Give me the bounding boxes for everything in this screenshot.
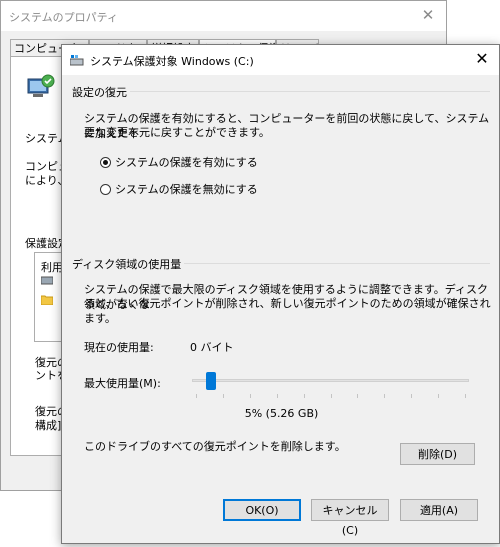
current-usage-label: 現在の使用量: [84,341,154,354]
slider-tick [465,394,466,398]
current-usage-value: 0 バイト [190,341,234,354]
delete-restore-points-text: このドライブのすべての復元ポイントを削除します。 [84,440,346,453]
disable-protection-label: システムの保護を無効にする [115,183,258,196]
slider-tick [249,394,251,398]
close-icon[interactable]: ✕ [473,50,491,68]
section-divider [184,263,490,264]
max-usage-slider-track[interactable] [192,379,469,382]
dialog-titlebar: システム保護対象 Windows (C:) ✕ [62,45,499,75]
slider-tick [357,394,359,398]
section-divider [130,91,490,92]
radio-unchecked-icon[interactable] [100,183,111,195]
drive-icon [41,276,53,285]
radio-checked-icon[interactable] [100,156,111,168]
bg-restore-text-4: 構成] [35,419,62,432]
max-usage-value: 5% (5.26 GB) [244,407,319,420]
system-protection-dialog: システム保護対象 Windows (C:) ✕ 設定の復元 システムの保護を有効… [61,44,500,544]
delete-button[interactable]: 削除(D) [400,443,475,465]
apply-button[interactable]: 適用(A) [400,499,478,521]
slider-tick [276,394,278,398]
disk-usage-heading: ディスク領域の使用量 [72,258,182,271]
restore-settings-heading: 設定の復元 [72,86,127,99]
slider-tick [330,394,332,398]
system-properties-title: システムのプロパティ [9,11,119,24]
max-usage-slider-thumb[interactable] [205,372,216,390]
slider-tick [384,394,386,398]
max-usage-label: 最大使用量(M): [84,377,161,390]
bg-available-header: 利用 [41,261,63,274]
system-properties-titlebar: システムのプロパティ ✕ [1,1,446,31]
disk-description-line2: ると、古い復元ポイントが削除され、新しい復元ポイントのための領域が確保されます。 [84,297,491,325]
dialog-title: システム保護対象 Windows (C:) [90,55,254,68]
close-icon[interactable]: ✕ [420,7,436,23]
enable-protection-radio[interactable]: システムの保護を有効にする [100,154,258,170]
cancel-button[interactable]: キャンセル(C) [311,499,389,537]
ok-button[interactable]: OK(O) [223,499,301,521]
enable-protection-label: システムの保護を有効にする [115,156,258,169]
slider-tick [438,394,440,398]
slider-tick [303,394,305,398]
folder-icon [41,295,53,305]
drive-icon [70,55,84,66]
disable-protection-radio[interactable]: システムの保護を無効にする [100,181,258,197]
slider-tick [222,394,224,398]
slider-tick [196,394,197,398]
computer-shield-icon [27,74,55,97]
slider-tick [411,394,413,398]
restore-description-line2: 要な変更を元に戻すことができます。 [84,126,270,139]
